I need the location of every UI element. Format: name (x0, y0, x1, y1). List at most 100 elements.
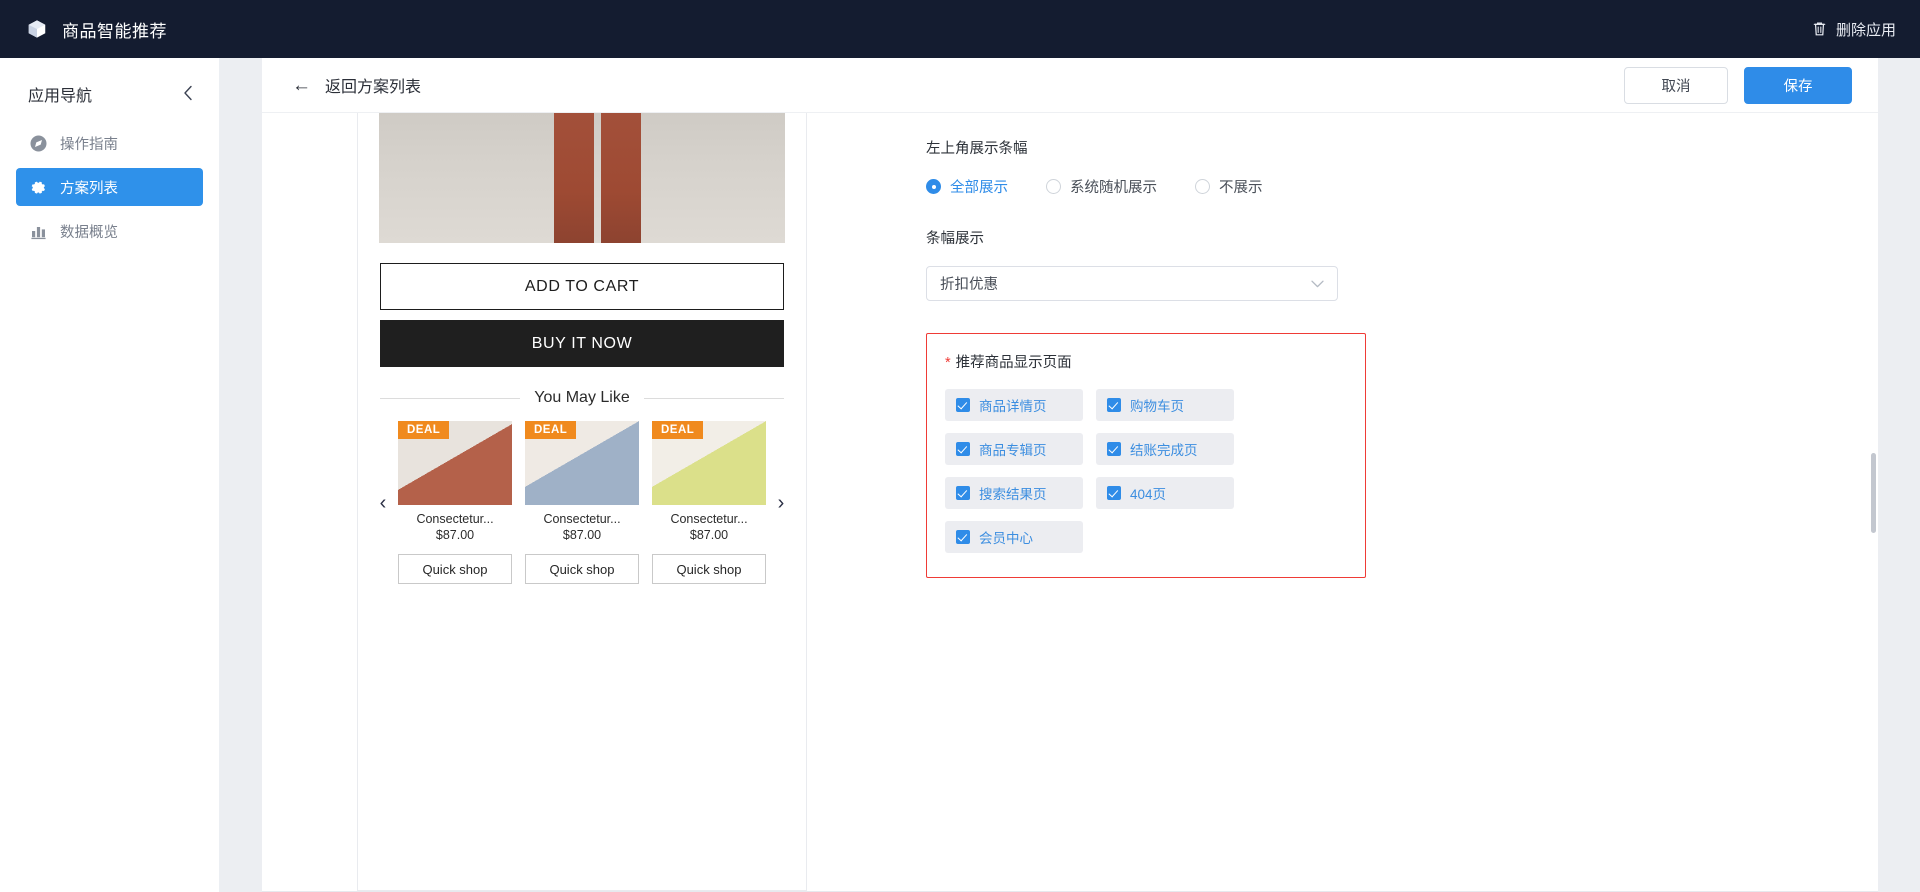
product-thumbnail: DEAL (398, 421, 512, 505)
banner-position-radio-group: 全部展示 系统随机展示 不展示 (926, 176, 1878, 197)
arrow-left-icon: ← (292, 74, 311, 96)
checkbox-check-icon (956, 486, 970, 500)
sidebar-header: 应用导航 (0, 72, 219, 124)
banner-position-label: 左上角展示条幅 (926, 141, 1028, 157)
product-card-list: DEAL Consectetur... $87.00 Quick shop DE… (396, 421, 768, 584)
radio-label: 系统随机展示 (1070, 180, 1157, 196)
checkbox-label: 购物车页 (1130, 399, 1184, 414)
checkbox-checkout-complete-page[interactable]: 结账完成页 (1096, 433, 1234, 465)
checkbox-label: 会员中心 (979, 531, 1033, 546)
product-title: Consectetur... (543, 512, 621, 526)
banner-display-label: 条幅展示 (926, 231, 984, 247)
product-card[interactable]: DEAL Consectetur... $87.00 Quick shop (525, 421, 639, 584)
trash-icon (1812, 21, 1827, 37)
deal-badge: DEAL (525, 421, 577, 439)
brand: 商品智能推荐 (26, 17, 167, 42)
checkbox-check-icon (956, 530, 970, 544)
app-root: 商品智能推荐 删除应用 应用导航 操作指南 方案列表 数据概览 ← 返回方案列表… (0, 0, 1920, 892)
editor-panel: ← 返回方案列表 取消 保存 ADD TO CART BUY IT NOW Yo… (262, 58, 1878, 892)
you-may-like-label: You May Like (534, 389, 630, 406)
product-card[interactable]: DEAL Consectetur... $87.00 Quick shop (398, 421, 512, 584)
product-title: Consectetur... (416, 512, 494, 526)
checkbox-label: 商品专辑页 (979, 443, 1047, 458)
sidebar-title: 应用导航 (28, 88, 93, 105)
deal-badge: DEAL (398, 421, 450, 439)
deal-badge: DEAL (652, 421, 704, 439)
checkbox-check-icon (1107, 398, 1121, 412)
add-to-cart-button[interactable]: ADD TO CART (380, 263, 784, 310)
vertical-scrollbar[interactable] (1871, 453, 1876, 533)
checkbox-check-icon (956, 442, 970, 456)
radio-label: 不展示 (1219, 180, 1263, 196)
product-price: $87.00 (435, 528, 475, 542)
sidebar-nav: 操作指南 方案列表 数据概览 (0, 124, 219, 250)
product-thumbnail: DEAL (652, 421, 766, 505)
sidebar-item-label: 数据概览 (60, 224, 118, 241)
radio-label: 全部展示 (950, 180, 1008, 196)
checkbox-check-icon (1107, 442, 1121, 456)
checkbox-member-center[interactable]: 会员中心 (945, 521, 1083, 553)
product-thumbnail: DEAL (525, 421, 639, 505)
radio-dot-icon (1195, 179, 1210, 194)
app-title: 商品智能推荐 (62, 21, 167, 41)
quick-shop-button[interactable]: Quick shop (525, 554, 639, 584)
sidebar-item-label: 操作指南 (60, 136, 118, 153)
checkbox-collection-page[interactable]: 商品专辑页 (945, 433, 1083, 465)
product-price: $87.00 (562, 528, 602, 542)
display-pages-title: * 推荐商品显示页面 (945, 351, 1347, 372)
content-area: ← 返回方案列表 取消 保存 ADD TO CART BUY IT NOW Yo… (220, 58, 1920, 892)
checkbox-label: 结账完成页 (1130, 443, 1198, 458)
divider-left (380, 397, 521, 399)
panel-body: ADD TO CART BUY IT NOW You May Like ‹ DE… (262, 113, 1878, 891)
checkbox-product-detail-page[interactable]: 商品详情页 (945, 389, 1083, 421)
quick-shop-button[interactable]: Quick shop (398, 554, 512, 584)
checkbox-label: 404页 (1130, 487, 1167, 502)
checkbox-label: 商品详情页 (979, 399, 1047, 414)
body-row: 应用导航 操作指南 方案列表 数据概览 ← 返回方案列表 取消 保存 ADD T… (0, 58, 1920, 892)
compass-icon (30, 135, 47, 152)
product-price: $87.00 (689, 528, 729, 542)
checkbox-check-icon (1107, 486, 1121, 500)
bar-chart-icon (30, 223, 47, 240)
quick-shop-button[interactable]: Quick shop (652, 554, 766, 584)
back-label: 返回方案列表 (325, 79, 422, 96)
top-bar: 商品智能推荐 删除应用 (0, 0, 1920, 58)
display-pages-checkbox-group: 商品详情页 购物车页 商品专辑页 结账完成页 搜索结果页 404页 会员中心 (945, 389, 1347, 553)
product-title: Consectetur... (670, 512, 748, 526)
hero-product-image (379, 113, 785, 243)
banner-type-select[interactable]: 折扣优惠 (926, 266, 1338, 301)
settings-form: 左上角展示条幅 全部展示 系统随机展示 不展示 条幅展示 折扣优惠 * 推荐商品… (902, 113, 1878, 891)
checkbox-404-page[interactable]: 404页 (1096, 477, 1234, 509)
checkbox-cart-page[interactable]: 购物车页 (1096, 389, 1234, 421)
checkbox-label: 搜索结果页 (979, 487, 1047, 502)
chevron-down-icon (1311, 278, 1324, 290)
radio-show-all[interactable]: 全部展示 (926, 176, 1008, 197)
checkbox-check-icon (956, 398, 970, 412)
checkbox-search-results-page[interactable]: 搜索结果页 (945, 477, 1083, 509)
radio-hide[interactable]: 不展示 (1195, 176, 1263, 197)
back-to-plan-list-link[interactable]: ← 返回方案列表 (292, 73, 421, 97)
storefront-preview: ADD TO CART BUY IT NOW You May Like ‹ DE… (357, 113, 807, 891)
sidebar-item-data-overview[interactable]: 数据概览 (16, 212, 203, 250)
product-card[interactable]: DEAL Consectetur... $87.00 Quick shop (652, 421, 766, 584)
sidebar-item-guide[interactable]: 操作指南 (16, 124, 203, 162)
chevron-left-icon[interactable] (179, 83, 197, 106)
radio-dot-icon (926, 179, 941, 194)
sidebar: 应用导航 操作指南 方案列表 数据概览 (0, 58, 220, 892)
radio-system-random[interactable]: 系统随机展示 (1046, 176, 1157, 197)
divider-right (643, 397, 784, 399)
delete-app-label: 删除应用 (1835, 21, 1896, 39)
gear-icon (30, 179, 47, 196)
display-pages-label: 推荐商品显示页面 (955, 355, 1072, 371)
cancel-button[interactable]: 取消 (1624, 66, 1728, 104)
required-mark: * (945, 355, 951, 371)
delete-app-button[interactable]: 删除应用 (1812, 19, 1896, 40)
chevron-left-icon[interactable]: ‹ (370, 493, 396, 513)
panel-header: ← 返回方案列表 取消 保存 (262, 58, 1878, 113)
chevron-right-icon[interactable]: › (768, 493, 794, 513)
save-button[interactable]: 保存 (1744, 66, 1852, 104)
cube-icon (26, 18, 48, 40)
display-pages-section: * 推荐商品显示页面 商品详情页 购物车页 商品专辑页 结账完成页 搜索结果页 … (926, 333, 1366, 578)
buy-it-now-button[interactable]: BUY IT NOW (380, 320, 784, 367)
sidebar-item-plan-list[interactable]: 方案列表 (16, 168, 203, 206)
